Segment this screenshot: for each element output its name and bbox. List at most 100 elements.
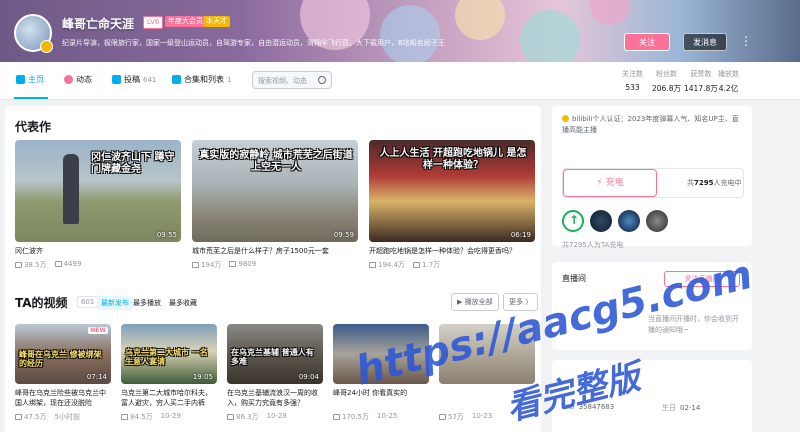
avatar[interactable] [14, 14, 53, 53]
play-icon [227, 414, 234, 420]
search-placeholder: 搜索视频、动态 [258, 77, 307, 85]
video-title[interactable]: 在乌克兰基辅流浪汉一周的收入，购买力究竟有多强？ [227, 388, 323, 408]
profile-nav: 主页 动态 投稿 641 合集和列表 1 搜索视频、动态 关注数 533 粉丝数… [0, 62, 800, 100]
sort-most-favorited[interactable]: 最多收藏 [165, 296, 201, 310]
more-videos-button[interactable]: 更多 〉 [503, 293, 539, 311]
danmaku-count-value: 4499 [63, 260, 82, 268]
charge-note: 共7295人为TA充电 [562, 241, 624, 249]
video-thumbnail[interactable]: 乌克兰第二大城市 一名生意人宴请 19:05 [121, 324, 217, 384]
masterpiece-card[interactable]: 冈仁波齐山下 蹲守门牌藏金尧 09:55 冈仁波齐 38.5万 4499 [15, 140, 181, 270]
publish-time: 10-29 [160, 412, 181, 420]
video-title[interactable]: 冈仁波齐 [15, 246, 181, 256]
extra-badge: 本天才 [203, 16, 230, 27]
video-card[interactable]: 乌克兰第二大城市 一名生意人宴请 19:05 乌克兰第二大城市哈尔科夫，富人避灾… [121, 324, 217, 422]
sort-newest[interactable]: 最新发布 [97, 296, 133, 310]
tab-count: 641 [143, 75, 157, 84]
more-icon[interactable]: ⋮ [740, 34, 752, 48]
follow-live-button[interactable]: 关注直播间 [664, 271, 740, 287]
play-count: 57万 [439, 412, 464, 422]
message-button[interactable]: 发消息 [683, 33, 727, 51]
publish-time: 5小时前 [54, 413, 81, 421]
banner-deco [380, 5, 440, 62]
sort-most-played[interactable]: 最多播放 [129, 296, 165, 310]
video-thumbnail[interactable] [333, 324, 429, 384]
videos-count: 601 [77, 296, 99, 308]
stat-value: 1417.8万 [684, 84, 718, 93]
video-thumbnail[interactable]: 在乌克兰基辅 普通人有多难 09:04 [227, 324, 323, 384]
publish-time: 10-25 [377, 412, 398, 420]
publish-time: 10-23 [471, 412, 493, 420]
play-count-value: 84.5万 [130, 413, 153, 421]
video-title[interactable]: 开超跑吃地锅是怎样一种体验？会吃得更香吗？ [369, 246, 535, 256]
uid-label: UID [562, 403, 575, 411]
video-title[interactable]: 峰哥在乌克兰险些被乌克兰中国人绑架，现在还没脱险 [15, 388, 111, 408]
username: 峰哥亡命天涯 [62, 17, 135, 31]
video-card[interactable]: 峰哥24小时 你看真实的 170.5万 10-25 [333, 324, 429, 422]
video-card[interactable]: 57万 10-23 [439, 324, 535, 422]
video-title[interactable]: 城市荒芜之后是什么样子？房子1500元一套 [192, 246, 358, 256]
video-duration: 09:59 [333, 231, 354, 239]
danmaku-count-value: 1.7万 [422, 261, 441, 269]
play-count: 38.5万 [15, 260, 47, 270]
video-meta: 194万 9809 [192, 260, 358, 270]
stat-label: 获赞数 [690, 70, 712, 78]
video-card[interactable]: NEW 峰哥在乌克兰 慘被绑架的经历 07:14 峰哥在乌克兰险些被乌克兰中国人… [15, 324, 111, 422]
video-thumbnail[interactable]: 真实版的寂静岭 城市荒芜之后街道上空无一人 09:59 [192, 140, 358, 242]
publish-time: 10-28 [266, 412, 287, 420]
charge-button[interactable]: ⚡ 充电 [563, 169, 657, 197]
stat-value: 4.2亿 [718, 84, 739, 93]
arrow-up-icon: ↑ [569, 213, 580, 227]
fan-avatar[interactable] [618, 210, 640, 232]
video-meta: 194.4万 1.7万 [369, 260, 535, 270]
profile-banner: 峰哥亡命天涯 LV6 年度大会员 本天才 纪录片导演，极限旅行家，国家一级登山运… [0, 0, 800, 62]
stat-fans[interactable]: 粉丝数 206.8万 [652, 69, 681, 94]
charge-count-value: 7295 [694, 179, 714, 187]
masterpiece-title: 代表作 [15, 120, 52, 134]
play-icon [439, 414, 446, 420]
fan-avatar[interactable] [590, 210, 612, 232]
danmaku-count: 1.7万 [413, 260, 440, 270]
video-card[interactable]: 在乌克兰基辅 普通人有多难 09:04 在乌克兰基辅流浪汉一周的收入，购买力究竟… [227, 324, 323, 422]
video-title[interactable]: 乌克兰第二大城市哈尔科夫，富人避灾，穷人买二手内裤 [121, 388, 217, 408]
search-input[interactable]: 搜索视频、动态 [252, 71, 332, 89]
video-meta: 38.5万 4499 [15, 260, 181, 270]
play-all-button[interactable]: ▶ 播放全部 [451, 293, 499, 311]
video-thumbnail[interactable] [439, 324, 535, 384]
banner-deco [590, 0, 630, 25]
stat-value: 533 [625, 83, 640, 92]
masterpiece-card[interactable]: 人上人生活 开超跑吃地锅儿 是怎样一种体验？ 06:19 开超跑吃地锅是怎样一种… [369, 140, 535, 270]
play-count-value: 170.5万 [342, 413, 370, 421]
tab-collections[interactable]: 合集和列表 1 [172, 74, 231, 85]
certification-text: bilibili个人认证：2023年度弹幕人气、知名UP主、直播高能主播 [562, 115, 739, 134]
video-thumbnail[interactable]: NEW 峰哥在乌克兰 慘被绑架的经历 07:14 [15, 324, 111, 384]
video-title[interactable] [439, 388, 535, 408]
video-thumbnail[interactable]: 人上人生活 开超跑吃地锅儿 是怎样一种体验？ 06:19 [369, 140, 535, 242]
video-thumbnail[interactable]: 冈仁波齐山下 蹲守门牌藏金尧 09:55 [15, 140, 181, 242]
play-count-value: 47.5万 [24, 413, 47, 421]
certification: bilibili个人认证：2023年度弹幕人气、知名UP主、直播高能主播 [562, 114, 744, 136]
stat-label: 粉丝数 [655, 70, 677, 78]
play-count: 194万 [192, 260, 221, 270]
search-icon[interactable] [318, 76, 326, 84]
charge-count-prefix: 共 [687, 179, 694, 187]
tab-uploads[interactable]: 投稿 641 [112, 74, 156, 85]
play-icon [333, 414, 340, 420]
video-title[interactable]: 峰哥24小时 你看真实的 [333, 388, 429, 408]
stat-following[interactable]: 关注数 533 [622, 69, 643, 92]
videos-section-title: TA的视频 [15, 296, 68, 310]
collection-icon [172, 75, 181, 84]
follow-button[interactable]: 关注 [624, 33, 670, 51]
masterpiece-card[interactable]: 真实版的寂静岭 城市荒芜之后街道上空无一人 09:59 城市荒芜之后是什么样子？… [192, 140, 358, 270]
certification-icon [562, 115, 569, 122]
tab-home[interactable]: 主页 [16, 74, 44, 85]
charge-rank-icon[interactable]: ↑ [562, 210, 584, 232]
live-room-panel: 直播间 关注直播间 当直播间开播时，你会收到开播的通知哦~ [552, 262, 752, 350]
tab-dynamic[interactable]: 动态 [64, 74, 92, 85]
thumbnail-caption: 真实版的寂静岭 城市荒芜之后街道上空无一人 [199, 150, 353, 173]
play-icon [369, 262, 376, 268]
birthday-label: 生日 [662, 404, 676, 412]
fan-avatar[interactable] [646, 210, 668, 232]
thumbnail-caption: 在乌克兰基辅 普通人有多难 [231, 348, 314, 367]
play-count: 47.5万 [15, 412, 47, 422]
video-meta: 84.5万 10-29 [121, 412, 217, 422]
